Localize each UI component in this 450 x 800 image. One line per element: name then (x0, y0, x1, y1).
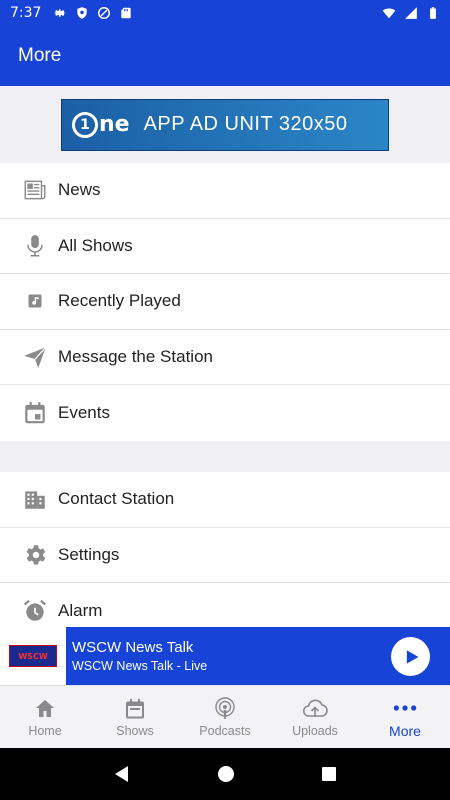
building-icon (22, 486, 48, 512)
nav-label: Shows (116, 724, 154, 738)
bottom-nav: Home Shows Podcasts Uploads More (0, 685, 450, 748)
shield-status-icon (77, 7, 88, 19)
play-icon (406, 649, 418, 664)
nav-label: More (389, 723, 421, 739)
station-logo: WSCW (9, 645, 57, 667)
nav-label: Home (28, 724, 62, 738)
player-info[interactable]: WSCW News Talk WSCW News Talk - Live (66, 627, 450, 685)
section-divider (0, 441, 450, 472)
home-icon (32, 696, 58, 722)
ad-area: 1 ne APP AD UNIT 320x50 (0, 86, 450, 163)
ad-logo-circle: 1 (72, 111, 98, 138)
recents-icon[interactable] (320, 765, 338, 783)
music-note-icon (22, 288, 48, 314)
menu-label: Settings (58, 544, 120, 564)
podcast-icon (212, 696, 238, 722)
menu-label: Contact Station (58, 489, 175, 509)
ad-banner[interactable]: 1 ne APP AD UNIT 320x50 (61, 98, 389, 151)
menu-item-events[interactable]: Events (0, 385, 450, 441)
calendar-icon (22, 400, 48, 426)
microphone-icon (22, 233, 48, 259)
menu-list-primary: News All Shows Recently Played Message t… (0, 163, 450, 441)
ad-logo-text: ne (99, 112, 130, 137)
menu-item-contact-station[interactable]: Contact Station (0, 472, 450, 528)
alarm-clock-icon (22, 598, 48, 624)
menu-label: Alarm (58, 600, 103, 620)
newspaper-icon (22, 177, 48, 203)
status-time: 7:37 (10, 5, 42, 21)
nav-home[interactable]: Home (0, 686, 90, 748)
menu-item-recently-played[interactable]: Recently Played (0, 274, 450, 330)
cloud-upload-icon (302, 696, 328, 722)
battery-icon (430, 7, 436, 19)
menu-item-settings[interactable]: Settings (0, 527, 450, 583)
nav-podcasts[interactable]: Podcasts (180, 686, 270, 748)
nav-shows[interactable]: Shows (90, 686, 180, 748)
wifi-icon (382, 8, 396, 19)
ad-logo: 1 ne (72, 111, 130, 138)
nav-more[interactable]: More (360, 686, 450, 748)
status-notification-icons (53, 6, 133, 20)
ad-text: APP AD UNIT 320x50 (143, 113, 348, 135)
menu-label: All Shows (58, 235, 133, 255)
app-bar: More (0, 26, 450, 86)
station-thumbnail: WSCW (0, 627, 66, 685)
mini-player[interactable]: WSCW WSCW News Talk WSCW News Talk - Liv… (0, 627, 450, 685)
signal-icon (405, 7, 417, 19)
back-icon[interactable] (112, 764, 132, 784)
nav-uploads[interactable]: Uploads (270, 686, 360, 748)
menu-list-secondary: Contact Station Settings Alarm (0, 472, 450, 639)
menu-item-all-shows[interactable]: All Shows (0, 218, 450, 274)
more-dots-icon (392, 695, 418, 721)
calendar-icon (122, 696, 148, 722)
sd-card-status-icon (121, 7, 132, 19)
menu-label: Message the Station (58, 346, 213, 366)
settings-status-icon (54, 9, 66, 17)
play-button[interactable] (391, 637, 430, 676)
gear-icon (22, 542, 48, 568)
nav-label: Podcasts (199, 724, 251, 738)
menu-item-news[interactable]: News (0, 163, 450, 219)
ad-logo-digit: 1 (80, 116, 90, 133)
nav-label: Uploads (292, 724, 338, 738)
home-circle-icon[interactable] (216, 764, 236, 784)
station-logo-text: WSCW (18, 651, 48, 661)
menu-label: Events (58, 402, 110, 422)
status-system-icons (382, 6, 440, 20)
page-title: More (18, 45, 62, 66)
system-nav-bar (0, 748, 450, 800)
send-icon (22, 344, 48, 370)
menu-label: Recently Played (58, 291, 181, 311)
menu-label: News (58, 180, 101, 200)
menu-item-message-station[interactable]: Message the Station (0, 329, 450, 385)
data-saver-status-icon (98, 7, 111, 19)
status-bar: 7:37 (0, 0, 450, 26)
